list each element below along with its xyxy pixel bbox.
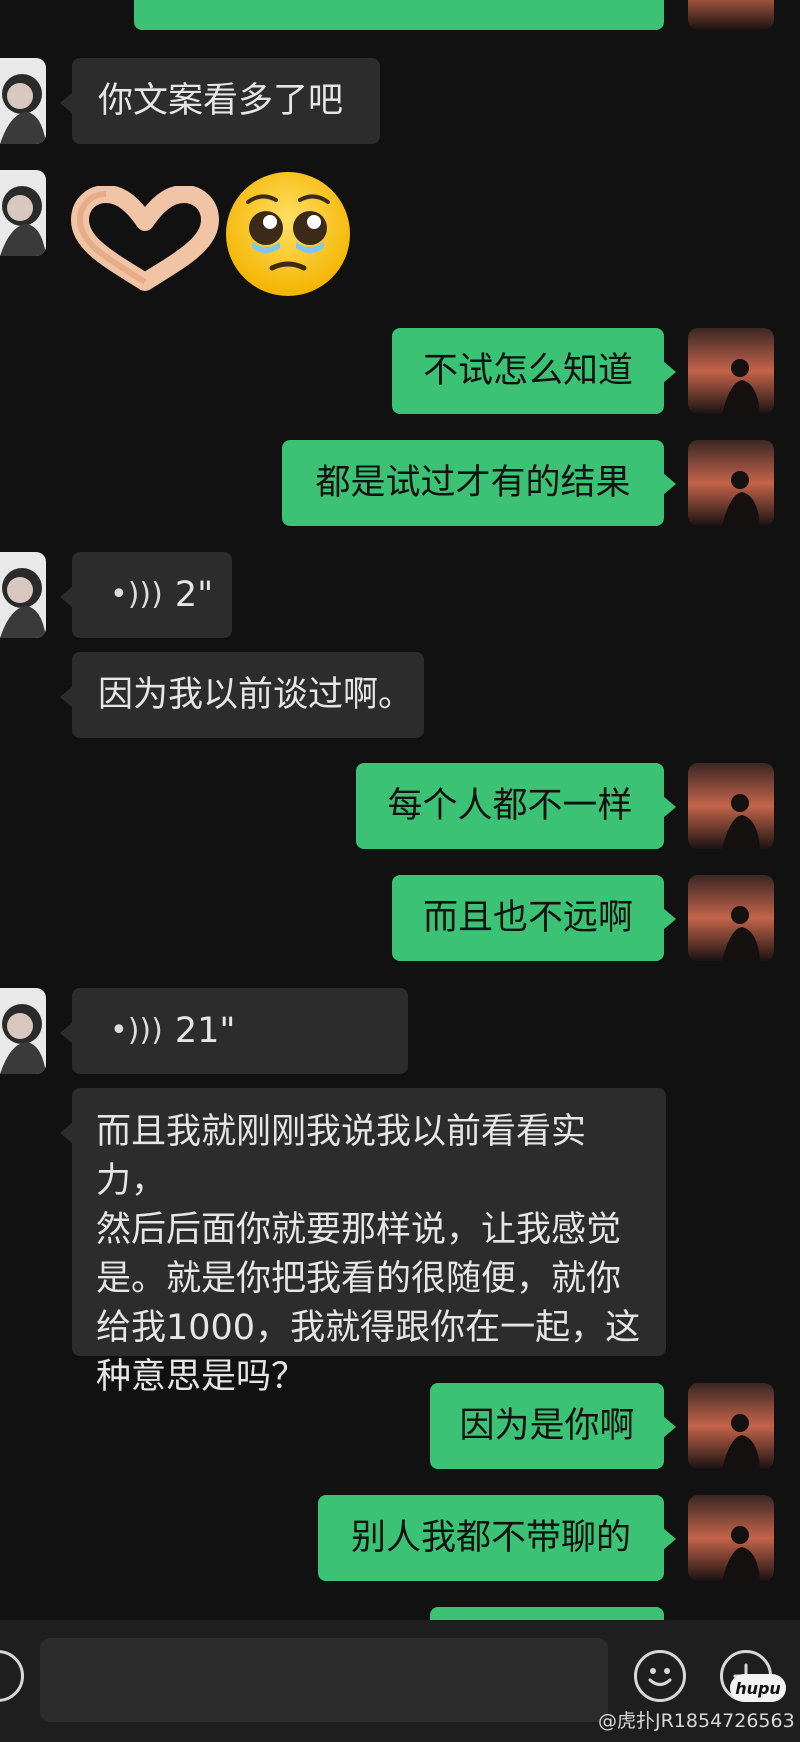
incoming-text-bubble[interactable]: 你文案看多了吧: [60, 58, 380, 144]
emoji-message[interactable]: [70, 168, 370, 300]
outgoing-text-bubble[interactable]: 都是试过才有的结果: [282, 440, 676, 526]
outgoing-text-bubble[interactable]: 每个人都不一样: [356, 763, 676, 849]
outgoing-text-bubble[interactable]: 因为是你啊: [430, 1383, 676, 1469]
voice-duration: 2": [174, 575, 214, 615]
voice-wave-icon: •))): [110, 577, 163, 612]
incoming-text-bubble[interactable]: 因为我以前谈过啊。: [60, 652, 424, 738]
smile-icon: [648, 1668, 672, 1686]
my-avatar[interactable]: [688, 440, 774, 526]
message-line: 种意思是吗？: [96, 1357, 307, 1397]
message-text: 因为我以前谈过啊。: [98, 675, 414, 715]
hupu-logo: hupu: [730, 1674, 786, 1702]
emoji-button[interactable]: [634, 1650, 686, 1702]
watermark-text: @虎扑JR1854726563: [598, 1710, 795, 1732]
partial-top-bubble: [134, 0, 664, 30]
incoming-long-text-bubble[interactable]: 而且我就刚刚我说我以前看看实力， 然后后面你就要那样说，让我感觉 是。就是你把我…: [60, 1088, 666, 1397]
message-text: 不试怎么知道: [422, 351, 633, 391]
heart-hands-icon: [71, 186, 219, 291]
message-text: 你文案看多了吧: [98, 81, 344, 121]
my-avatar[interactable]: [688, 763, 774, 849]
my-avatar[interactable]: [688, 1495, 774, 1581]
contact-avatar[interactable]: [0, 988, 46, 1074]
outgoing-text-bubble[interactable]: 而且也不远啊: [392, 875, 676, 961]
voice-message-bubble[interactable]: •))) 2": [60, 552, 232, 638]
contact-avatar[interactable]: [0, 58, 46, 144]
my-avatar[interactable]: [688, 328, 774, 414]
message-text: 别人我都不带聊的: [350, 1518, 631, 1558]
my-avatar-partial[interactable]: [688, 0, 774, 30]
message-text: 而且也不远啊: [422, 898, 633, 938]
voice-duration: 21": [174, 1011, 236, 1051]
pleading-face-icon: [226, 172, 350, 296]
message-text: 每个人都不一样: [387, 786, 633, 826]
message-text: 都是试过才有的结果: [315, 463, 631, 503]
contact-avatar[interactable]: [0, 170, 46, 256]
message-input[interactable]: [40, 1638, 608, 1722]
message-line: 而且我就刚刚我说我以前看看实力，: [96, 1112, 587, 1201]
message-line: 然后后面你就要那样说，让我感觉: [96, 1210, 622, 1250]
outgoing-text-bubble[interactable]: 不试怎么知道: [392, 328, 676, 414]
my-avatar[interactable]: [688, 875, 774, 961]
contact-avatar[interactable]: [0, 552, 46, 638]
voice-message-bubble[interactable]: •))) 21": [60, 988, 408, 1074]
outgoing-text-bubble[interactable]: 别人我都不带聊的: [318, 1495, 676, 1581]
my-avatar[interactable]: [688, 1383, 774, 1469]
message-line: 给我1000，我就得跟你在一起，这: [96, 1308, 641, 1348]
voice-wave-icon: •))): [110, 1013, 163, 1048]
message-line: 是。就是你把我看的很随便，就你: [96, 1259, 622, 1299]
message-text: 因为是你啊: [459, 1406, 635, 1446]
